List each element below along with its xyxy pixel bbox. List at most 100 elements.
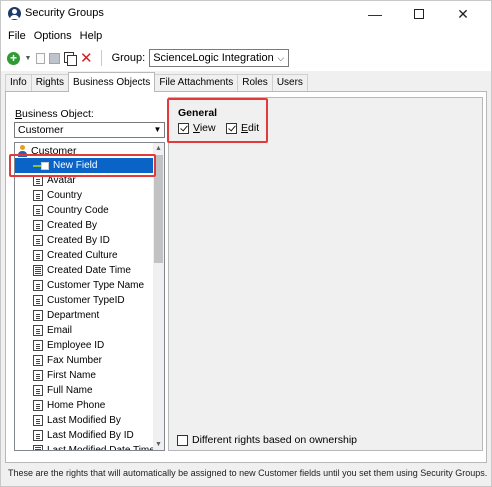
field-icon xyxy=(33,430,43,441)
tree-item[interactable]: Customer Type Name xyxy=(15,278,153,293)
group-select[interactable]: ScienceLogic Integration ⌵ xyxy=(149,49,290,67)
tree-item[interactable]: Last Modified By xyxy=(15,413,153,428)
tree-item[interactable]: Created Date Time xyxy=(15,263,153,278)
tree-item-label: Fax Number xyxy=(47,355,103,366)
security-groups-window: Security Groups — ✕ File Options Help + … xyxy=(0,0,492,487)
tree-item-label: Full Name xyxy=(47,385,93,396)
field-icon xyxy=(33,355,43,366)
tree-item[interactable]: Full Name xyxy=(15,383,153,398)
tree-item[interactable]: Home Phone xyxy=(15,398,153,413)
tree-item[interactable]: Employee ID xyxy=(15,338,153,353)
datetime-field-icon xyxy=(33,445,43,450)
group-label: Group: xyxy=(111,52,146,64)
document-icon xyxy=(36,52,45,64)
chevron-down-icon: ⌵ xyxy=(277,53,285,63)
maximize-icon xyxy=(414,9,424,19)
tree-item-label: Department xyxy=(47,310,100,321)
different-rights-label: Different rights based on ownership xyxy=(192,434,357,446)
add-dropdown-chevron-icon[interactable]: ▼ xyxy=(24,50,32,66)
minimize-button[interactable]: — xyxy=(353,1,397,27)
info-note: These are the rights that will automatic… xyxy=(8,468,488,478)
tree-item[interactable]: Email xyxy=(15,323,153,338)
tree-item[interactable]: Created By xyxy=(15,218,153,233)
field-icon xyxy=(33,385,43,396)
field-icon xyxy=(33,325,43,336)
copy-button[interactable] xyxy=(64,50,77,66)
tree-item-label: Created By xyxy=(47,220,98,231)
tab-users[interactable]: Users xyxy=(271,74,308,92)
add-icon: + xyxy=(7,51,20,65)
tree-item[interactable]: Created By ID xyxy=(15,233,153,248)
toolbar: + ▼ ✕ Group: ScienceLogic Integration ⌵ xyxy=(1,45,491,71)
tree-item-label: Last Modified By xyxy=(47,415,121,426)
tree-item[interactable]: Fax Number xyxy=(15,353,153,368)
field-icon xyxy=(33,235,43,246)
tree-item[interactable]: Customer TypeID xyxy=(15,293,153,308)
window-title: Security Groups xyxy=(25,7,104,19)
title-bar: Security Groups — ✕ xyxy=(1,1,491,27)
tree-item-label: Created By ID xyxy=(47,235,110,246)
tree-item-label: Customer Type Name xyxy=(47,280,145,291)
tree-item[interactable]: Created Culture xyxy=(15,248,153,263)
menu-help[interactable]: Help xyxy=(76,30,107,42)
field-icon xyxy=(33,400,43,411)
maximize-button[interactable] xyxy=(397,1,441,27)
menu-options[interactable]: Options xyxy=(30,30,76,42)
field-icon xyxy=(33,205,43,216)
tree-scrollbar[interactable]: ▲ ▼ xyxy=(153,143,164,450)
scroll-down-icon[interactable]: ▼ xyxy=(153,439,164,450)
tab-strip: Info Rights Business Objects File Attach… xyxy=(5,72,308,92)
field-icon xyxy=(33,250,43,261)
different-rights-row[interactable]: Different rights based on ownership xyxy=(177,434,357,446)
tab-file-attachments[interactable]: File Attachments xyxy=(154,74,239,92)
tree-item[interactable]: Last Modified Date Time xyxy=(15,443,155,451)
tree-item[interactable]: First Name xyxy=(15,368,153,383)
tree-item[interactable]: Country xyxy=(15,188,153,203)
field-icon xyxy=(33,220,43,231)
tree-list: New Field Avatar Country Country Code Create… xyxy=(15,158,155,451)
copy-icon xyxy=(64,52,77,66)
business-object-select[interactable]: Customer ▼ xyxy=(14,122,165,138)
new-document-button[interactable] xyxy=(36,50,45,66)
tree-item[interactable]: Department xyxy=(15,308,153,323)
tree-item-label: Home Phone xyxy=(47,400,106,411)
field-icon xyxy=(33,295,43,306)
tab-info[interactable]: Info xyxy=(5,74,32,92)
tree-item-label: First Name xyxy=(47,370,96,381)
field-icon xyxy=(33,280,43,291)
highlight-box-general xyxy=(167,98,268,143)
datetime-field-icon xyxy=(33,265,43,276)
field-icon xyxy=(33,190,43,201)
field-icon xyxy=(33,340,43,351)
highlight-box-new-field xyxy=(9,154,156,177)
business-objects-panel: Business Object: Customer ▼ Customer New… xyxy=(5,91,487,463)
business-object-value: Customer xyxy=(18,124,64,136)
tree-item[interactable]: Country Code xyxy=(15,203,153,218)
tree-item-label: Email xyxy=(47,325,73,336)
rights-panel: General View Edit Different rights based… xyxy=(168,97,483,451)
tab-roles[interactable]: Roles xyxy=(237,74,273,92)
tab-business-objects[interactable]: Business Objects xyxy=(68,72,156,92)
group-select-value: ScienceLogic Integration xyxy=(153,52,274,64)
tab-rights[interactable]: Rights xyxy=(30,74,70,92)
tree-item-label: Last Modified Date Time xyxy=(47,445,155,451)
field-icon xyxy=(33,370,43,381)
tree-item-label: Employee ID xyxy=(47,340,105,351)
tree-item-label: Country Code xyxy=(47,205,109,216)
tree-item[interactable]: Last Modified By ID xyxy=(15,428,153,443)
different-rights-checkbox[interactable] xyxy=(177,434,188,446)
tree-item-label: Customer TypeID xyxy=(47,295,125,306)
delete-button[interactable]: ✕ xyxy=(80,49,93,67)
add-button[interactable]: + xyxy=(7,50,20,66)
close-button[interactable]: ✕ xyxy=(441,1,485,27)
field-icon xyxy=(33,310,43,321)
scroll-up-icon[interactable]: ▲ xyxy=(153,143,164,154)
field-icon xyxy=(33,415,43,426)
menu-file[interactable]: File xyxy=(4,30,30,42)
tree-item-label: Created Culture xyxy=(47,250,118,261)
field-tree[interactable]: Customer New Field Avatar Country Country C… xyxy=(14,142,165,451)
chevron-down-icon: ▼ xyxy=(153,125,162,134)
save-button[interactable] xyxy=(49,50,60,66)
save-icon xyxy=(49,52,60,64)
app-user-icon xyxy=(8,7,21,20)
